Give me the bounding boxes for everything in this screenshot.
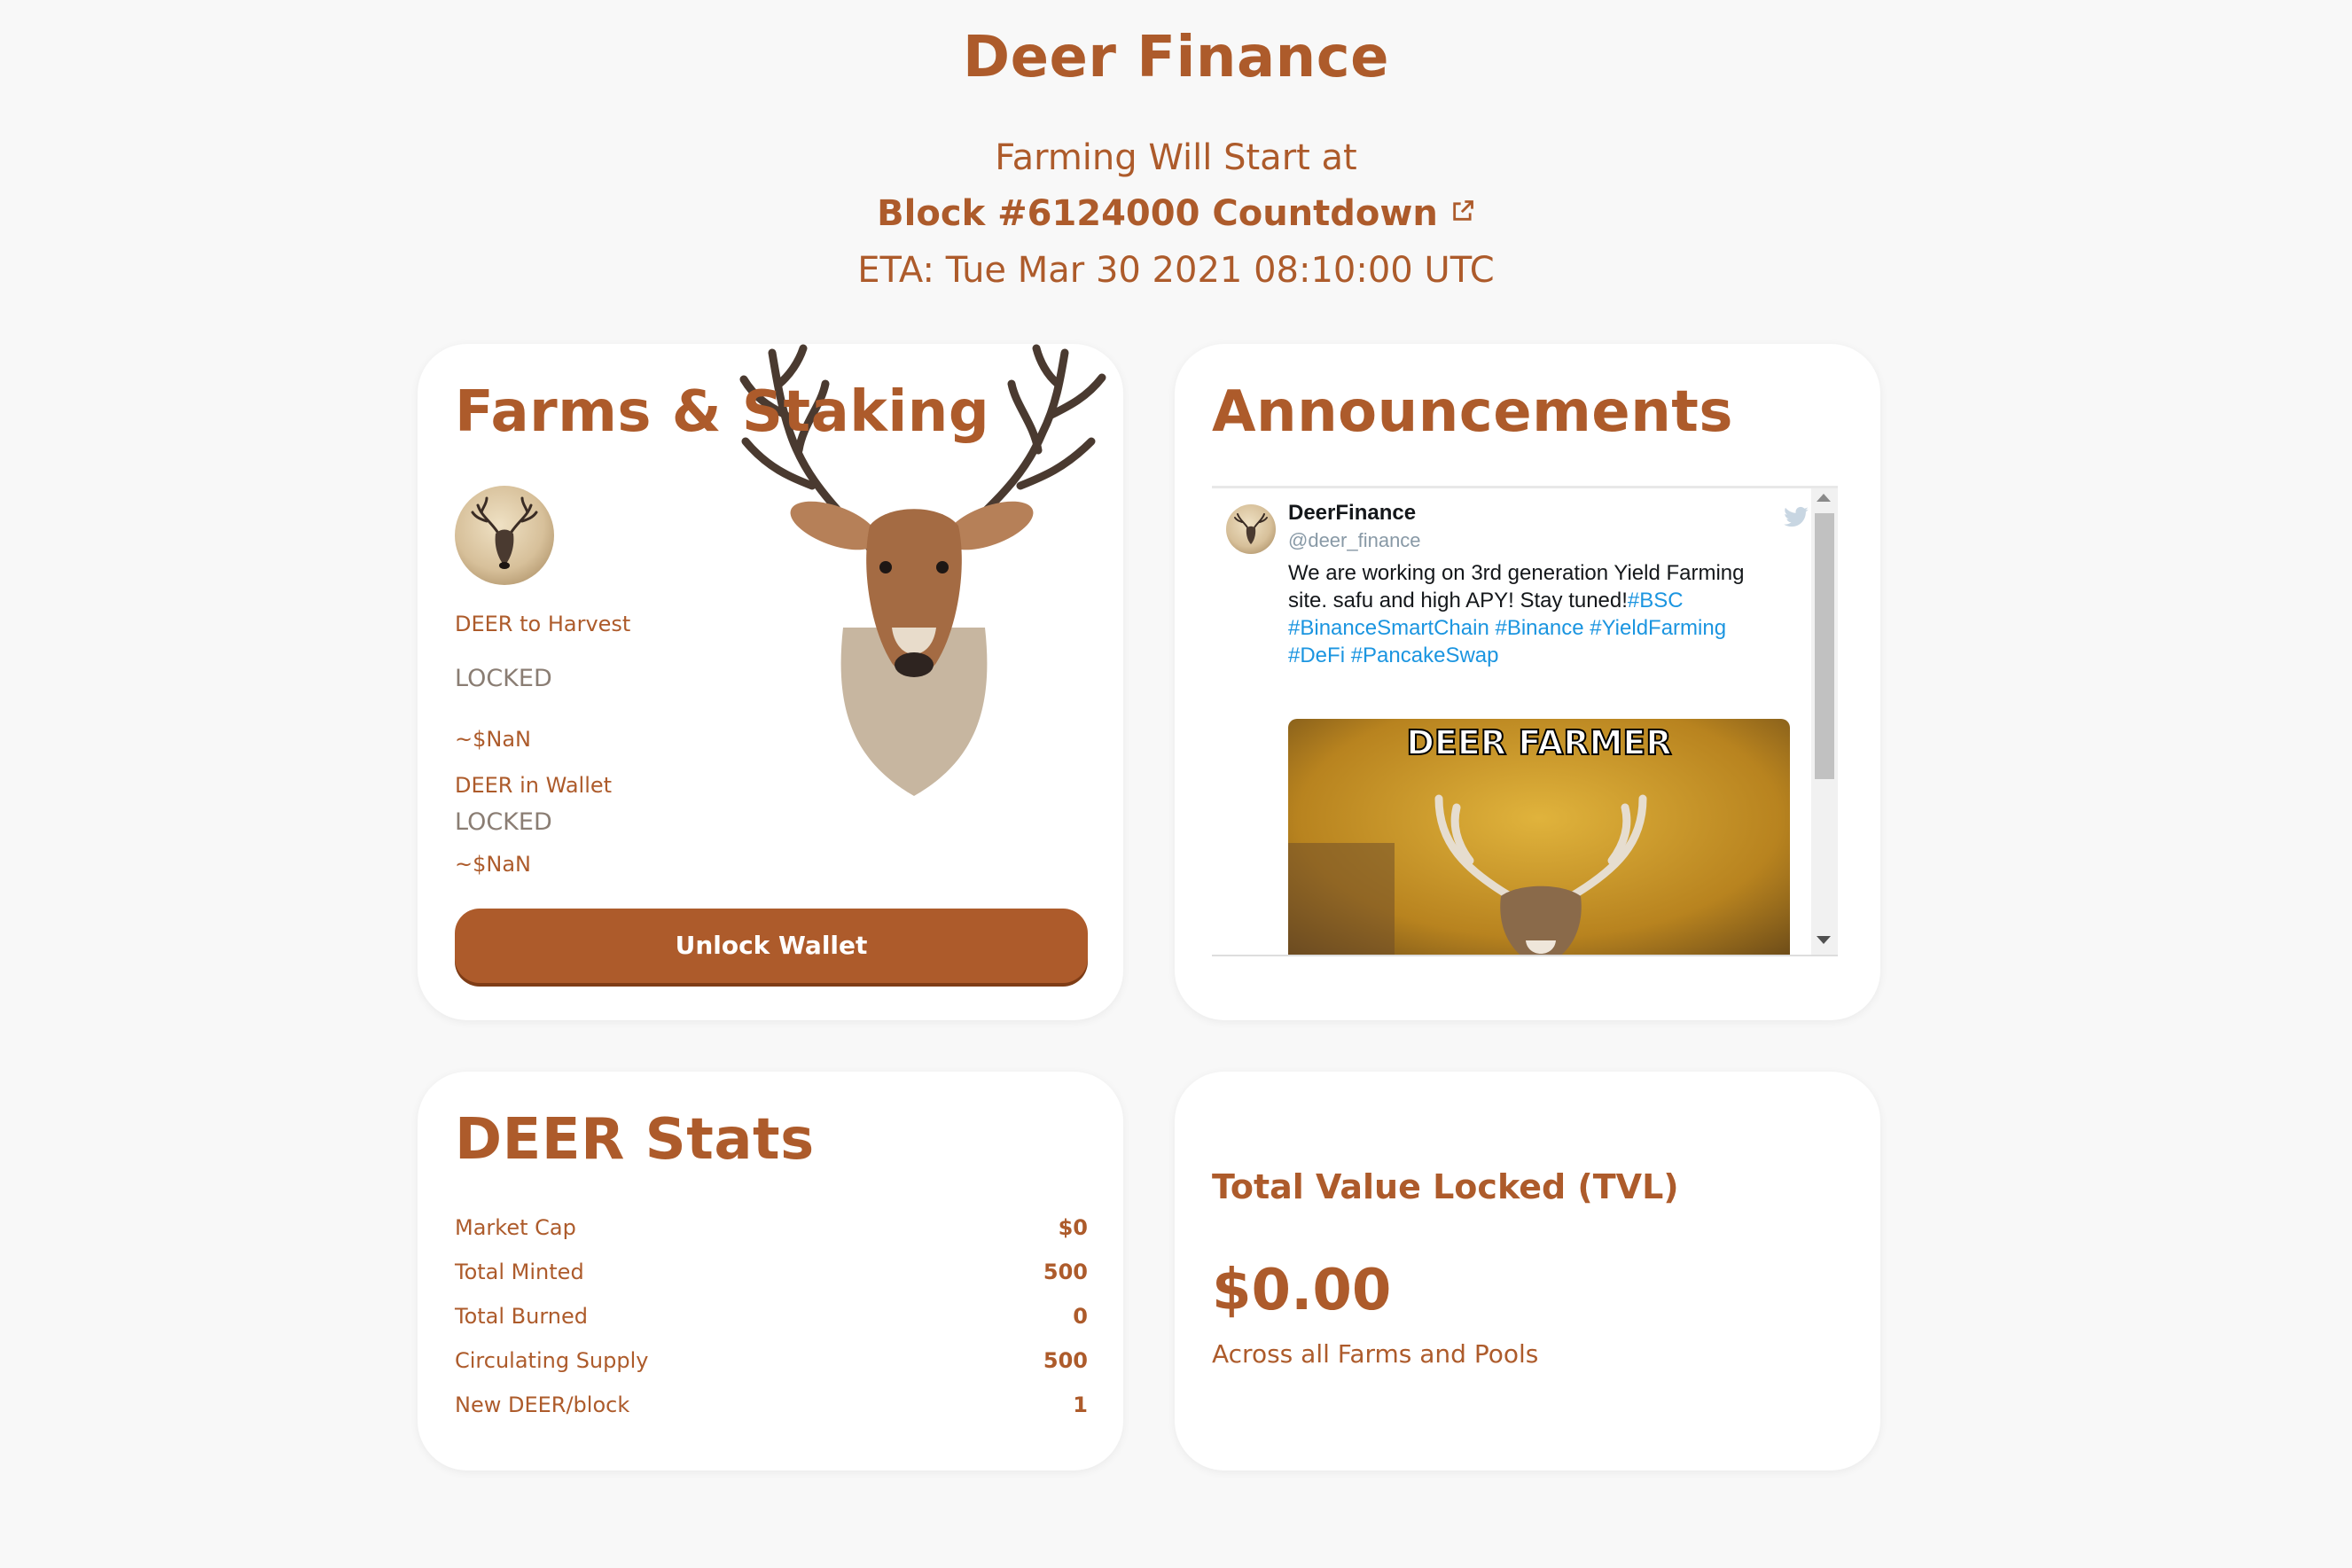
stat-row-total-burned: Total Burned 0 [455,1304,1088,1339]
stat-value: 0 [1073,1304,1088,1329]
deer-to-harvest-label: DEER to Harvest [455,612,631,636]
hashtag-link[interactable]: #BinanceSmartChain [1288,616,1489,640]
unlock-wallet-button[interactable]: Unlock Wallet [455,909,1088,983]
stat-label: Total Minted [455,1260,584,1284]
tweet-media-caption: DEER FARMER [1406,723,1671,762]
deer-stats-title: DEER Stats [455,1107,815,1173]
farms-staking-title: Farms & Staking [455,379,990,445]
stat-label: Circulating Supply [455,1348,649,1373]
tvl-title: Total Value Locked (TVL) [1212,1167,1679,1206]
hashtag-link[interactable]: #DeFi [1288,644,1345,667]
stat-value: 1 [1073,1392,1088,1417]
tvl-value: $0.00 [1212,1258,1392,1323]
stat-label: New DEER/block [455,1392,630,1417]
hashtag-link[interactable]: #BSC [1628,589,1684,612]
external-link-icon[interactable] [1450,199,1475,223]
deer-to-harvest-value: LOCKED [455,665,552,692]
farms-staking-card: Farms & Staking DEER to Harvest LOCKED ~… [418,344,1123,1020]
stat-row-circulating-supply: Circulating Supply 500 [455,1348,1088,1384]
stat-row-total-minted: Total Minted 500 [455,1260,1088,1295]
stat-row-new-deer-per-block: New DEER/block 1 [455,1392,1088,1428]
twitter-bird-icon[interactable] [1783,506,1809,529]
stat-label: Market Cap [455,1215,576,1240]
twitter-timeline-embed[interactable]: DeerFinance @deer_finance We are working… [1212,486,1838,956]
deer-to-harvest-usd: ~$NaN [455,727,531,752]
stat-value: 500 [1043,1260,1088,1284]
farming-start-text: Farming Will Start at [995,137,1357,178]
stat-row-market-cap: Market Cap $0 [455,1215,1088,1251]
deer-in-wallet-label: DEER in Wallet [455,773,613,798]
tvl-card: Total Value Locked (TVL) $0.00 Across al… [1175,1072,1880,1470]
hashtag-link[interactable]: #PancakeSwap [1351,644,1499,667]
tvl-subtitle: Across all Farms and Pools [1212,1339,1539,1369]
deer-in-wallet-value: LOCKED [455,808,552,836]
stat-value: $0 [1058,1215,1088,1240]
tweet-avatar[interactable] [1226,504,1276,554]
announcements-title: Announcements [1212,379,1733,445]
deer-in-wallet-usd: ~$NaN [455,852,531,877]
tweet-author-name[interactable]: DeerFinance [1288,501,1416,526]
eta-text: ETA: Tue Mar 30 2021 08:10:00 UTC [857,250,1495,291]
site-title: Deer Finance [962,25,1390,90]
stat-label: Total Burned [455,1304,589,1329]
hashtag-link[interactable]: #YieldFarming [1590,616,1726,640]
tweet-author-handle[interactable]: @deer_finance [1288,529,1421,552]
tweet-scrollbar-thumb[interactable] [1815,513,1834,779]
hashtag-link[interactable]: #Binance [1495,616,1583,640]
deer-token-icon [455,486,554,585]
tweet-media-image[interactable]: DEER FARMER [1288,719,1790,955]
stat-value: 500 [1043,1348,1088,1373]
block-countdown-link[interactable]: Block #6124000 Countdown [0,193,2352,234]
scroll-up-arrow-icon[interactable] [1817,494,1831,502]
scroll-down-arrow-icon[interactable] [1817,936,1831,944]
block-countdown-label[interactable]: Block #6124000 Countdown [877,193,1438,234]
announcements-card: Announcements DeerFinance @deer_finance … [1175,344,1880,1020]
tweet-text: We are working on 3rd generation Yield F… [1288,559,1785,669]
deer-stats-card: DEER Stats Market Cap $0 Total Minted 50… [418,1072,1123,1470]
